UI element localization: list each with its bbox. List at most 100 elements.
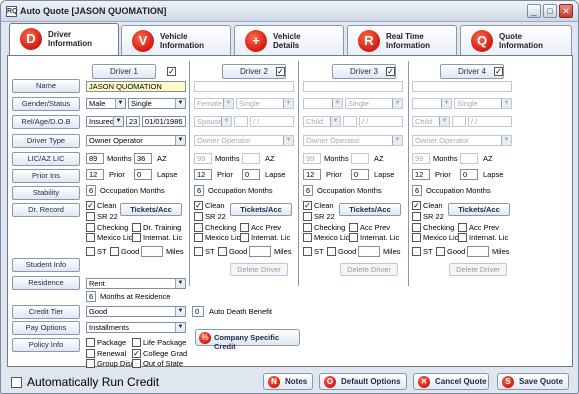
driver-1-enable-checkbox[interactable]: ✓ — [167, 67, 176, 76]
driver-2-months-input[interactable]: 99 — [194, 153, 212, 164]
tab-driver-information[interactable]: D Driver Information — [9, 23, 119, 56]
residence-button[interactable]: Residence — [12, 276, 80, 290]
driver-1-tickets-button[interactable]: Tickets/Acc — [120, 203, 182, 216]
driver-4-miles-input[interactable] — [467, 246, 489, 257]
driver-4-st-checkbox[interactable] — [412, 247, 421, 256]
driver-4-status-select[interactable]: Single — [454, 98, 512, 109]
driver-1-lapse-input[interactable]: 0 — [134, 169, 152, 180]
driver-3-clean-checkbox[interactable]: ✓ — [303, 201, 312, 210]
driver-2-checking-checkbox[interactable] — [194, 223, 203, 232]
out-of-state-checkbox[interactable] — [132, 359, 141, 368]
residence-months-input[interactable]: 6 — [86, 291, 96, 302]
driver-1-prior-input[interactable]: 12 — [86, 169, 104, 180]
driver-2-acc-prev-checkbox[interactable] — [240, 223, 249, 232]
group-disc-checkbox[interactable] — [86, 359, 95, 368]
gender-status-button[interactable]: Gender/Status — [12, 97, 80, 111]
driver-4-tickets-button[interactable]: Tickets/Acc — [448, 203, 510, 216]
close-button[interactable]: ✕ — [559, 4, 573, 18]
driver-4-enable-checkbox[interactable]: ✓ — [494, 67, 503, 76]
driver-2-type-select[interactable]: Owner Operator — [194, 135, 294, 146]
driver-1-training-checkbox[interactable] — [132, 223, 141, 232]
tab-quote-information[interactable]: Q Quote Information — [460, 25, 572, 55]
driver-3-gender-select[interactable] — [303, 98, 343, 109]
driver-3-dob-input[interactable]: / / — [359, 116, 403, 127]
cancel-quote-button[interactable]: ✕ Cancel Quote — [413, 373, 489, 390]
driver-4-az-input[interactable] — [460, 153, 478, 164]
driver-4-prior-input[interactable]: 12 — [412, 169, 430, 180]
driver-3-age-input[interactable] — [343, 116, 357, 127]
default-options-button[interactable]: O Default Options — [319, 373, 407, 390]
driver-1-gender-select[interactable]: Male — [86, 98, 126, 109]
credit-tier-select[interactable]: Good — [86, 306, 186, 317]
driver-3-delete-button[interactable]: Delete Driver — [340, 263, 398, 276]
notes-button[interactable]: N Notes — [263, 373, 313, 390]
driver-4-mexico-checkbox[interactable] — [412, 233, 421, 242]
driver-3-mexico-checkbox[interactable] — [303, 233, 312, 242]
driver-2-dob-input[interactable]: / / — [250, 116, 294, 127]
driver-3-relation-select[interactable]: Child — [303, 116, 341, 127]
driver-4-internat-checkbox[interactable] — [458, 233, 467, 242]
death-benefit-input[interactable]: 0 — [192, 306, 204, 317]
driver-2-status-select[interactable]: Single — [236, 98, 294, 109]
maximize-button[interactable]: □ — [543, 4, 557, 18]
driver-1-age-input[interactable]: 23 — [126, 116, 140, 127]
driver-2-relation-select[interactable]: Spouse — [194, 116, 232, 127]
driver-2-st-checkbox[interactable] — [194, 247, 203, 256]
driver-1-miles-input[interactable] — [141, 246, 163, 257]
student-info-button[interactable]: Student Info — [12, 258, 80, 272]
driver-2-age-input[interactable] — [234, 116, 248, 127]
driver-4-dob-input[interactable]: / / — [468, 116, 512, 127]
driver-1-relation-select[interactable]: Insured — [86, 116, 124, 127]
driver-3-occupation-input[interactable]: 6 — [303, 185, 313, 196]
lic-az-lic-button[interactable]: LIC/AZ LIC — [12, 152, 80, 166]
credit-tier-button[interactable]: Credit Tier — [12, 305, 80, 319]
driver-1-header[interactable]: Driver 1 — [92, 64, 156, 79]
driver-2-clean-checkbox[interactable]: ✓ — [194, 201, 203, 210]
driver-3-sr22-checkbox[interactable] — [303, 212, 312, 221]
driver-2-lapse-input[interactable]: 0 — [242, 169, 260, 180]
driver-3-enable-checkbox[interactable]: ✓ — [386, 67, 395, 76]
dr-record-button[interactable]: Dr. Record — [12, 203, 80, 217]
driver-2-az-input[interactable] — [242, 153, 260, 164]
driver-4-sr22-checkbox[interactable] — [412, 212, 421, 221]
driver-3-acc-prev-checkbox[interactable] — [349, 223, 358, 232]
driver-1-name-input[interactable]: JASON QUOMATION — [86, 81, 186, 92]
driver-1-status-select[interactable]: Single — [128, 98, 186, 109]
package-checkbox[interactable] — [86, 338, 95, 347]
driver-4-name-input[interactable] — [412, 81, 512, 92]
life-package-checkbox[interactable] — [132, 338, 141, 347]
driver-2-prior-input[interactable]: 12 — [194, 169, 212, 180]
driver-4-occupation-input[interactable]: 6 — [412, 185, 422, 196]
stability-button[interactable]: Stability — [12, 186, 80, 200]
driver-2-tickets-button[interactable]: Tickets/Acc — [230, 203, 292, 216]
prior-ins-button[interactable]: Prior Ins — [12, 169, 80, 183]
driver-1-internat-checkbox[interactable] — [132, 233, 141, 242]
driver-2-gender-select[interactable]: Female — [194, 98, 234, 109]
driver-1-occupation-input[interactable]: 6 — [86, 185, 96, 196]
driver-4-months-input[interactable]: 99 — [412, 153, 430, 164]
company-credit-button[interactable]: % Company Specific Credit — [195, 329, 300, 351]
policy-info-button[interactable]: Policy Info — [12, 338, 80, 352]
driver-1-st-checkbox[interactable] — [86, 247, 95, 256]
residence-select[interactable]: Rent — [86, 278, 186, 289]
driver-1-type-select[interactable]: Owner Operator — [86, 135, 186, 146]
driver-3-az-input[interactable] — [351, 153, 369, 164]
driver-4-delete-button[interactable]: Delete Driver — [449, 263, 507, 276]
save-quote-button[interactable]: S Save Quote — [497, 373, 569, 390]
driver-3-st-checkbox[interactable] — [303, 247, 312, 256]
driver-4-lapse-input[interactable]: 0 — [460, 169, 478, 180]
rel-age-dob-button[interactable]: Rel/Age/D.O.B — [12, 115, 80, 129]
driver-2-internat-checkbox[interactable] — [240, 233, 249, 242]
driver-3-name-input[interactable] — [303, 81, 403, 92]
driver-1-good-checkbox[interactable] — [110, 247, 119, 256]
pay-options-select[interactable]: Installments — [86, 322, 186, 333]
minimize-button[interactable]: _ — [527, 4, 541, 18]
driver-2-miles-input[interactable] — [249, 246, 271, 257]
driver-2-enable-checkbox[interactable]: ✓ — [276, 67, 285, 76]
driver-3-tickets-button[interactable]: Tickets/Acc — [339, 203, 401, 216]
driver-1-sr22-checkbox[interactable] — [86, 212, 95, 221]
tab-real-time-information[interactable]: R Real Time Information — [347, 25, 457, 55]
driver-1-dob-input[interactable]: 01/01/1986 — [142, 116, 186, 127]
auto-credit-checkbox[interactable] — [11, 377, 22, 388]
driver-4-good-checkbox[interactable] — [436, 247, 445, 256]
